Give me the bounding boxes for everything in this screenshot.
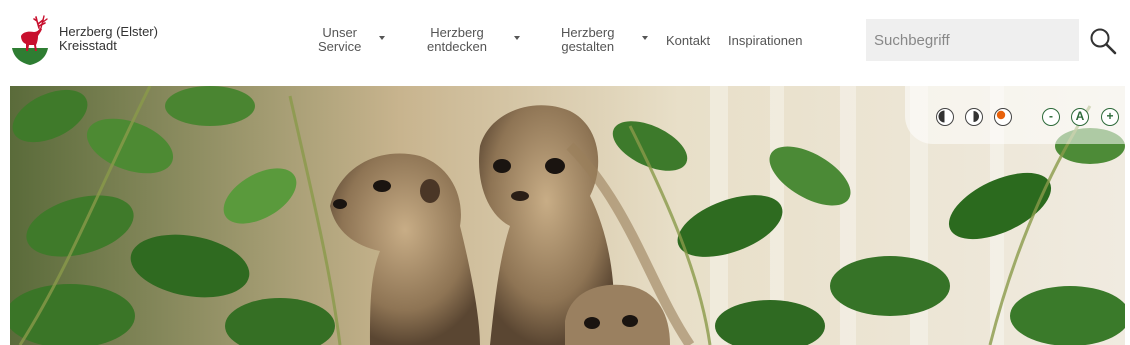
search-button[interactable] — [1088, 26, 1118, 56]
color-theme-icon — [996, 110, 1006, 120]
site-header: Herzberg (Elster) Kreisstadt Unser Servi… — [0, 0, 1130, 86]
nav-herzberg-gestalten[interactable]: Herzberg gestalten — [561, 26, 614, 54]
nav-label-line2: entdecken — [427, 39, 487, 54]
nav-label-line1: Herzberg — [430, 25, 484, 40]
color-theme-button[interactable] — [994, 108, 1012, 126]
nav-unser-service[interactable]: Unser Service — [318, 26, 361, 54]
brand-subtitle: Kreisstadt — [59, 38, 117, 53]
contrast-inverted-button[interactable] — [965, 108, 983, 126]
nav-inspirationen[interactable]: Inspirationen — [728, 33, 802, 48]
search-input[interactable] — [866, 19, 1079, 61]
font-decrease-button[interactable]: - — [1042, 108, 1060, 126]
contrast-inverted-icon — [973, 111, 979, 122]
search-icon — [1090, 28, 1117, 55]
nav-kontakt[interactable]: Kontakt — [666, 33, 710, 48]
contrast-high-icon — [938, 110, 945, 123]
font-default-button[interactable]: A — [1071, 108, 1089, 126]
contrast-high-button[interactable] — [936, 108, 954, 126]
site-brand[interactable]: Herzberg (Elster) Kreisstadt — [59, 25, 158, 53]
brand-name: Herzberg (Elster) — [59, 24, 158, 39]
chevron-down-icon[interactable] — [514, 36, 520, 40]
nav-label-line1: Unser — [322, 25, 358, 40]
nav-label-line2: gestalten — [561, 39, 615, 54]
nav-label-line2: Service — [318, 39, 362, 54]
coat-of-arms-logo[interactable] — [10, 14, 50, 66]
nav-label-line1: Herzberg — [561, 25, 615, 40]
chevron-down-icon[interactable] — [379, 36, 385, 40]
chevron-down-icon[interactable] — [642, 36, 648, 40]
font-increase-button[interactable]: + — [1101, 108, 1119, 126]
nav-herzberg-entdecken[interactable]: Herzberg entdecken — [427, 26, 487, 54]
